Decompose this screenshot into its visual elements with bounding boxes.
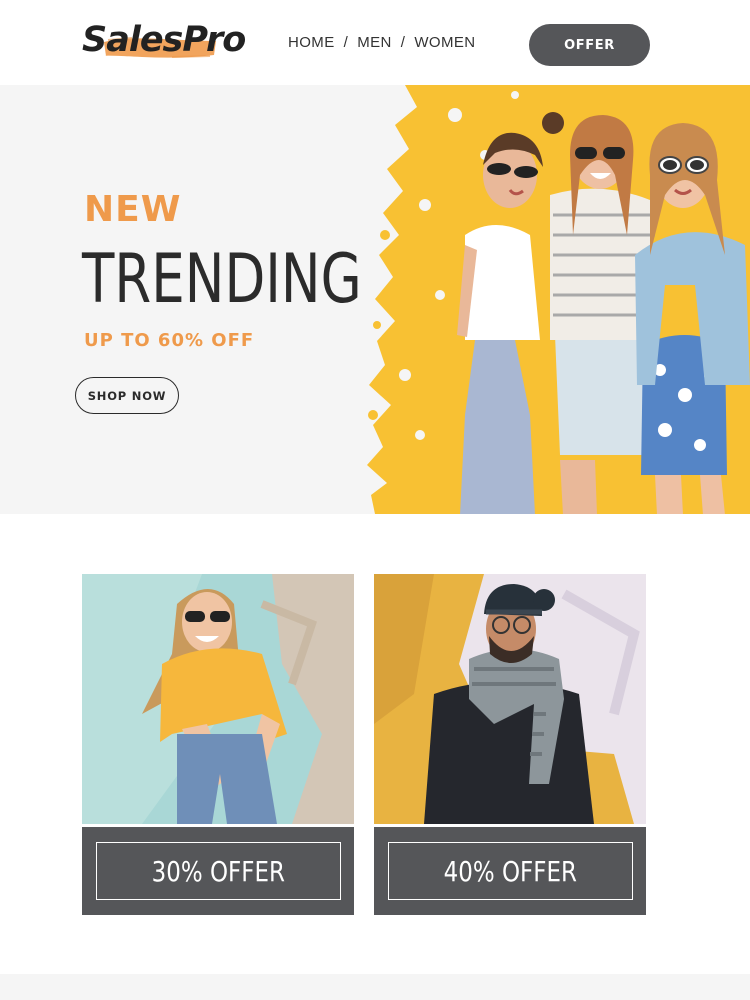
- promo-card-40[interactable]: 40% OFFER: [374, 574, 646, 915]
- three-women-photo: [367, 85, 750, 514]
- main-nav: HOME / MEN / WOMEN: [288, 34, 475, 51]
- promo-label[interactable]: 30% OFFER: [96, 842, 341, 900]
- footer-strip: [0, 974, 750, 1000]
- shop-now-button[interactable]: SHOP NOW: [75, 377, 179, 414]
- hero-banner: NEW TRENDING UP TO 60% OFF SHOP NOW: [0, 85, 750, 514]
- promo-label-text: 40% OFFER: [443, 854, 578, 888]
- nav-separator: /: [343, 34, 349, 51]
- hero-title: TRENDING: [82, 240, 362, 319]
- promo-card-footer: 40% OFFER: [374, 827, 646, 915]
- nav-link-men[interactable]: MEN: [357, 34, 392, 51]
- site-header: SalesPro HOME / MEN / WOMEN OFFER: [0, 0, 750, 85]
- promo-card-footer: 30% OFFER: [82, 827, 354, 915]
- offer-button[interactable]: OFFER: [529, 24, 650, 66]
- logo[interactable]: SalesPro: [80, 18, 246, 62]
- nav-link-women[interactable]: WOMEN: [414, 34, 475, 51]
- nav-separator: /: [400, 34, 406, 51]
- logo-text: SalesPro: [82, 20, 246, 60]
- man-beanie-scarf-photo: [374, 574, 646, 824]
- nav-link-home[interactable]: HOME: [288, 34, 335, 51]
- promo-label[interactable]: 40% OFFER: [388, 842, 633, 900]
- hero-subtitle: UP TO 60% OFF: [84, 330, 255, 351]
- hero-eyebrow: NEW: [84, 189, 182, 230]
- promo-card-30[interactable]: 30% OFFER: [82, 574, 354, 915]
- woman-yellow-shirt-photo: [82, 574, 354, 824]
- promo-label-text: 30% OFFER: [151, 854, 286, 888]
